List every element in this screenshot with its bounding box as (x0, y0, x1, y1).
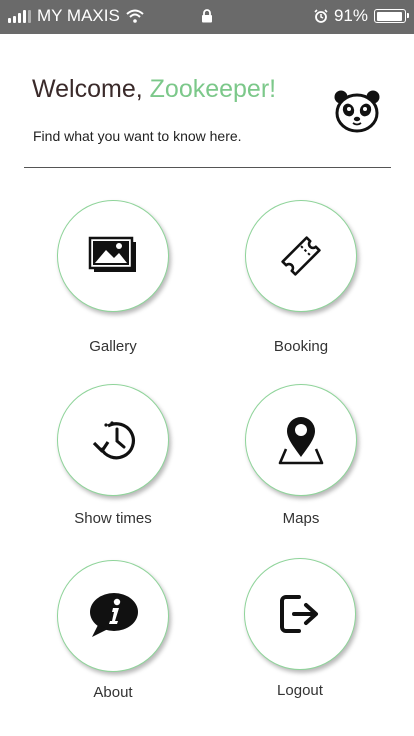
show-times-button[interactable] (57, 384, 169, 496)
status-bar: MY MAXIS 91% (0, 0, 414, 34)
signal-icon (8, 9, 31, 23)
app-screen: MY MAXIS 91% Welcome, Zookeeper! Find wh… (0, 0, 414, 736)
ticket-icon (281, 236, 321, 276)
gallery-button[interactable] (57, 200, 169, 312)
logout-label: Logout (277, 682, 323, 699)
logout-icon (280, 595, 318, 633)
wifi-icon (126, 9, 144, 23)
lock-icon (201, 8, 213, 28)
status-left: MY MAXIS (8, 6, 144, 26)
menu-item-booking[interactable]: Booking (226, 200, 376, 355)
maps-button[interactable] (245, 384, 357, 496)
show-times-label: Show times (74, 510, 152, 527)
about-button[interactable] (57, 560, 169, 672)
about-label: About (93, 684, 133, 701)
battery-icon (374, 9, 409, 23)
menu-item-logout[interactable]: Logout (225, 558, 375, 699)
carrier-name: MY MAXIS (37, 6, 120, 25)
welcome-name: Zookeeper! (149, 75, 277, 103)
images-icon (88, 236, 136, 272)
welcome-heading: Welcome, Zookeeper! (32, 75, 276, 104)
gallery-label: Gallery (89, 338, 137, 355)
clock-history-icon (92, 421, 135, 460)
panda-icon (334, 90, 380, 133)
maps-label: Maps (282, 510, 320, 527)
booking-button[interactable] (245, 200, 357, 312)
menu-item-about[interactable]: About (38, 560, 188, 701)
status-right: 91% (314, 6, 409, 26)
menu-item-gallery[interactable]: Gallery (38, 200, 188, 355)
booking-label: Booking (273, 338, 329, 355)
header-divider (24, 167, 391, 168)
map-pin-icon (278, 417, 324, 465)
alarm-icon (314, 9, 328, 23)
logout-button[interactable] (244, 558, 356, 670)
menu-item-show-times[interactable]: Show times (38, 384, 188, 527)
info-speech-icon (90, 593, 138, 637)
menu-item-maps[interactable]: Maps (226, 384, 376, 527)
battery-percent: 91% (333, 6, 368, 25)
page-subtitle: Find what you want to know here. (33, 128, 242, 144)
welcome-prefix: Welcome, (32, 75, 150, 103)
